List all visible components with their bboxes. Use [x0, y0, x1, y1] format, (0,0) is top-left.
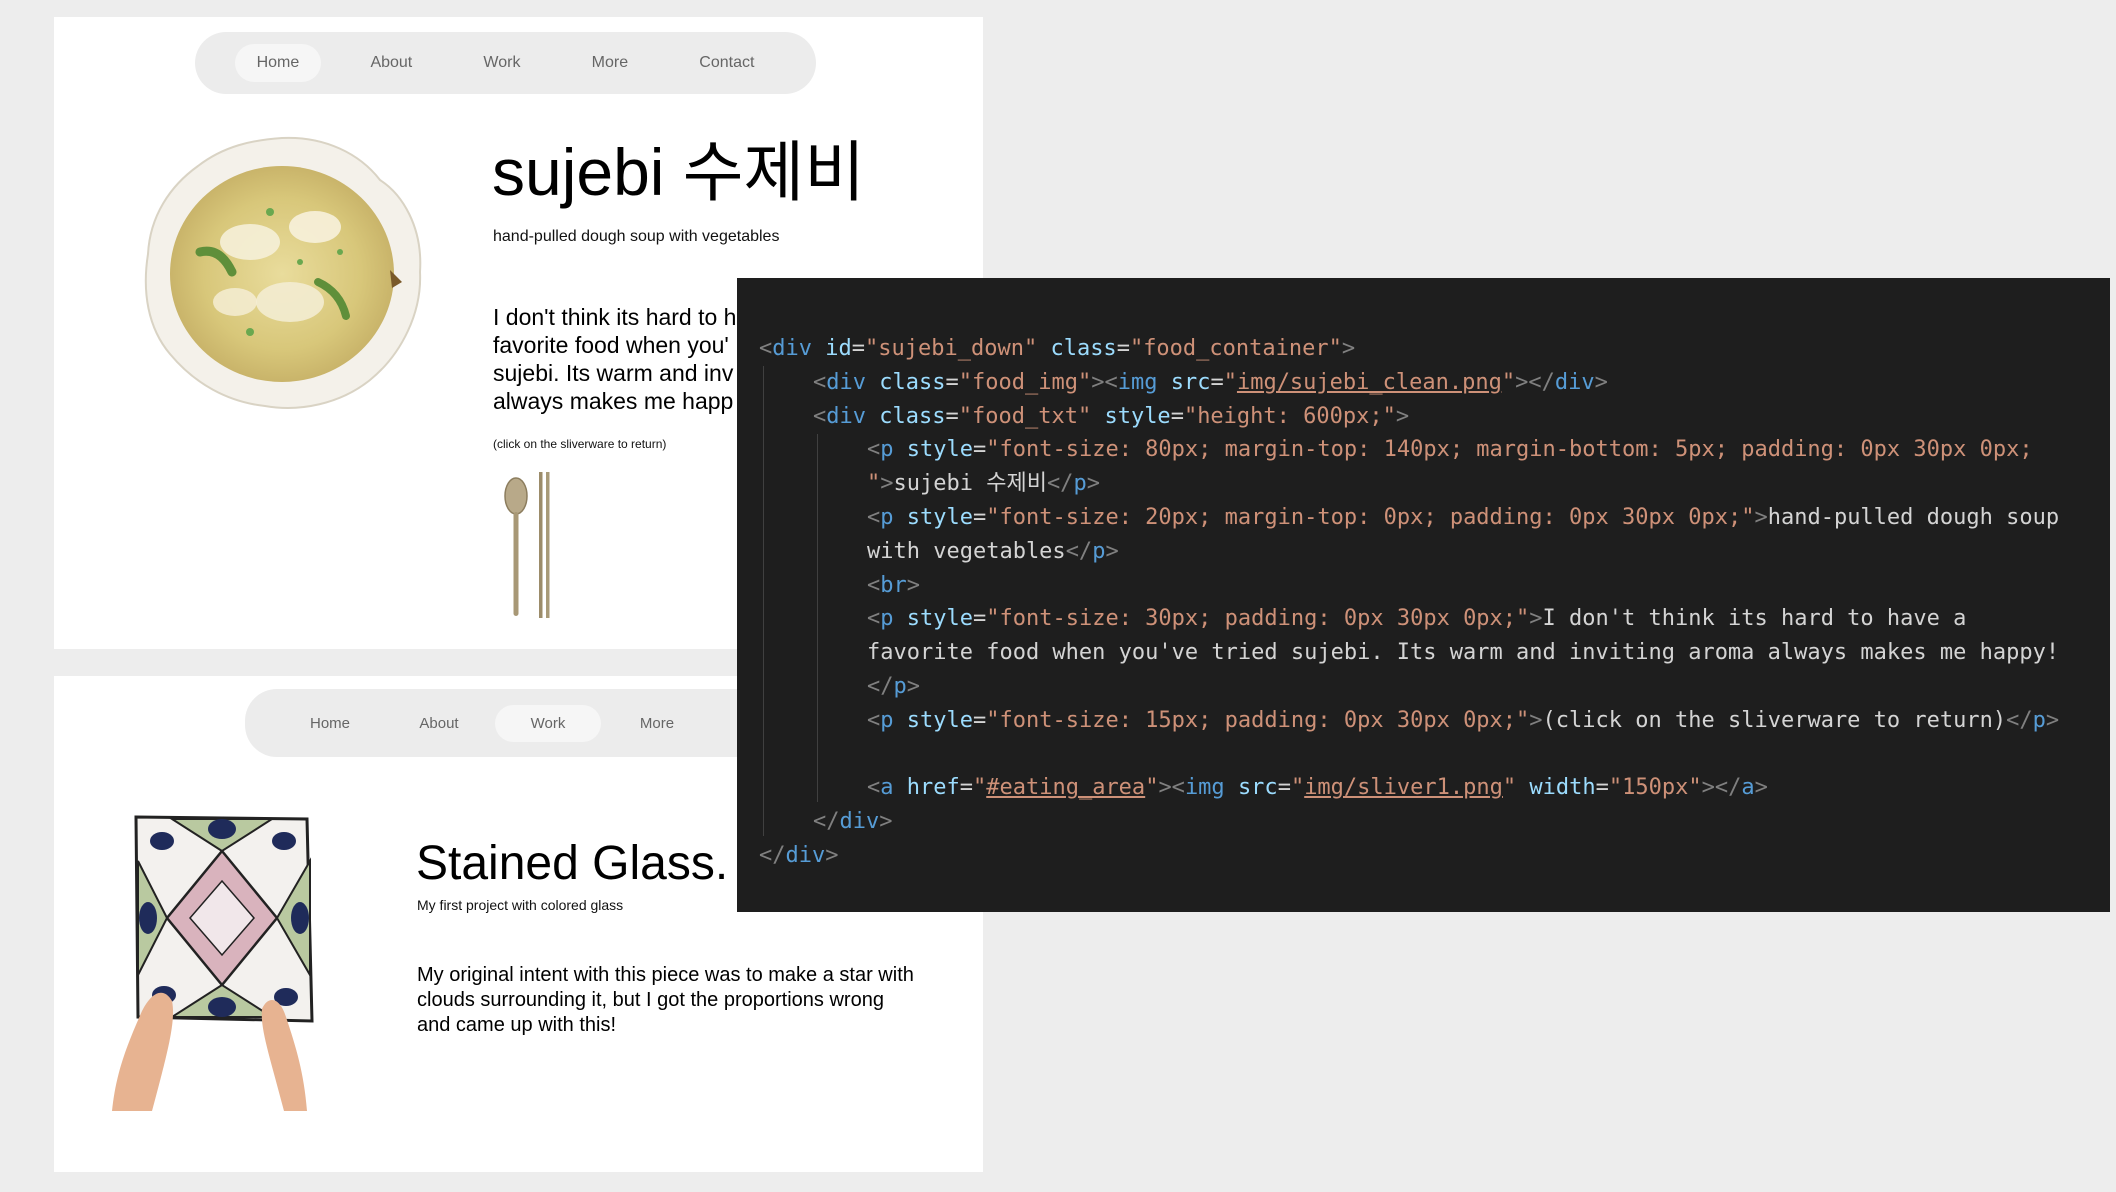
code-line: with vegetables</p> — [867, 538, 1119, 564]
code-line: </div> — [759, 842, 839, 868]
code-link[interactable]: #eating_area — [986, 775, 1145, 800]
code-line: <p style="font-size: 80px; margin-top: 1… — [867, 437, 2033, 463]
nav-about[interactable]: About — [386, 705, 492, 742]
description-text: My original intent with this piece was t… — [417, 963, 977, 1038]
code-value: food_container — [1143, 336, 1329, 361]
code-link[interactable]: img/sujebi_clean.png — [1237, 370, 1502, 395]
page-title: sujebi 수제비 — [492, 135, 865, 209]
code-text: with vegetables — [867, 538, 1066, 564]
code-text: I don't think its hard to have a — [1542, 606, 1967, 632]
code-text: sujebi 수제비 — [893, 471, 1047, 497]
code-line: <p style="font-size: 20px; margin-top: 0… — [867, 504, 2060, 530]
nav-work[interactable]: Work — [461, 44, 542, 82]
description-line: clouds surrounding it, but I got the pro… — [417, 989, 884, 1011]
code-line: </p> — [867, 673, 920, 699]
silverware-link-image[interactable] — [500, 470, 568, 620]
nav-home[interactable]: Home — [234, 44, 322, 82]
return-hint: (click on the sliverware to return) — [493, 437, 667, 451]
code-value: sujebi_down — [878, 336, 1024, 361]
code-line: <div class="food_txt" style="height: 600… — [813, 403, 1410, 429]
description-line: favorite food when you' — [493, 332, 729, 358]
nav-more[interactable]: More — [570, 44, 650, 82]
code-text: (click on the sliverware to return) — [1542, 707, 2007, 733]
description-line: and came up with this! — [417, 1014, 616, 1036]
code-value: font-size: 30px; padding: 0px 30px 0px; — [999, 606, 1517, 632]
nav-more[interactable]: More — [604, 705, 710, 742]
code-line: <div id="sujebi_down" class="food_contai… — [759, 336, 1356, 361]
code-value: font-size: 15px; padding: 0px 30px 0px; — [999, 707, 1517, 733]
code-text: favorite food when you've tried sujebi. … — [867, 640, 2060, 666]
description-line: always makes me happ — [493, 388, 734, 414]
code-text: hand-pulled dough soup — [1767, 504, 2060, 530]
sujebi-bowl-image — [144, 136, 422, 409]
description-line: My original intent with this piece was t… — [417, 964, 914, 986]
nav-bar: Home About Work More Contact — [195, 32, 816, 94]
description-line: I don't think its hard to h — [493, 304, 737, 330]
nav-work[interactable]: Work — [495, 704, 601, 742]
nav-home[interactable]: Home — [277, 705, 383, 742]
code-line: <p style="font-size: 30px; padding: 0px … — [867, 606, 1967, 632]
page-title: Stained Glass. — [416, 837, 729, 890]
code-line: <br> — [867, 572, 920, 598]
code-line: <p style="font-size: 15px; padding: 0px … — [867, 707, 2060, 733]
code-value: 150px — [1622, 775, 1689, 801]
code-value: food_txt — [971, 403, 1078, 429]
page-subtitle: hand-pulled dough soup with vegetables — [493, 228, 780, 245]
code-value: food_img — [971, 369, 1078, 395]
code-line: <div class="food_img"><img src="img/suje… — [813, 369, 1608, 395]
code-line: <a href="#eating_area"><img src="img/sli… — [867, 775, 1768, 801]
code-line: ">sujebi 수제비</p> — [867, 471, 1100, 497]
code-value: font-size: 20px; margin-top: 0px; paddin… — [999, 504, 1742, 530]
code-editor-panel[interactable]: <div id="sujebi_down" class="food_contai… — [737, 278, 2110, 912]
code-value: font-size: 80px; margin-top: 140px; marg… — [999, 437, 2033, 463]
code-link[interactable]: img/sliver1.png — [1304, 775, 1503, 800]
description-line: sujebi. Its warm and inv — [493, 360, 734, 386]
stained-glass-image — [112, 815, 314, 1111]
code-line: </div> — [813, 809, 893, 835]
page-subtitle: My first project with colored glass — [417, 897, 624, 913]
nav-about[interactable]: About — [348, 44, 434, 82]
code-value: height: 600px; — [1197, 403, 1383, 429]
code-line: favorite food when you've tried sujebi. … — [737, 636, 2110, 670]
nav-contact[interactable]: Contact — [677, 44, 776, 82]
